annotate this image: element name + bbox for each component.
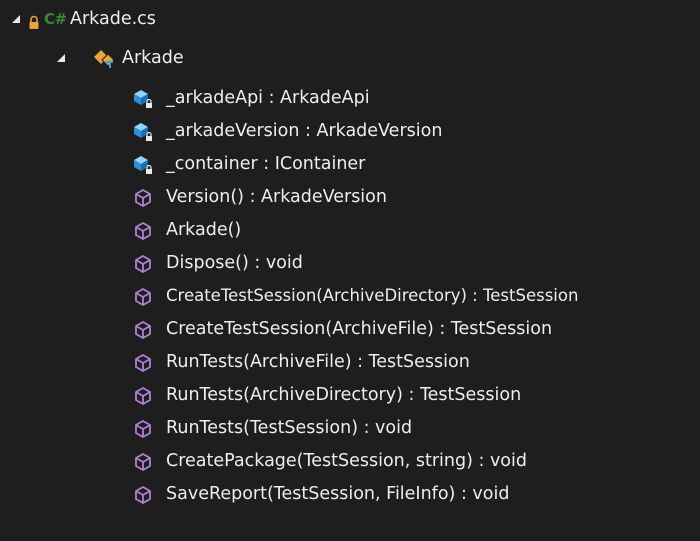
file-name: Arkade.cs (70, 9, 156, 29)
tree-node-member[interactable]: CreatePackage(TestSession, string) : voi… (0, 444, 700, 478)
tree-node-member[interactable]: Dispose() : void (0, 246, 700, 280)
class-name: Arkade (122, 48, 184, 68)
member-label: Arkade() (166, 220, 242, 240)
member-label: _arkadeApi : ArkadeApi (166, 88, 370, 108)
method-icon (132, 187, 154, 209)
method-icon (132, 451, 154, 473)
expand-arrow-icon[interactable] (10, 2, 22, 36)
solution-explorer-tree: C# Arkade.cs Arkade _arkadeApi: ArkadeA… (0, 0, 700, 541)
member-label: Version() : ArkadeVersion (166, 187, 387, 207)
member-label: RunTests(ArchiveDirectory) : TestSession (166, 385, 522, 405)
method-icon (132, 484, 154, 506)
method-icon (132, 385, 154, 407)
tree-node-member[interactable]: Version() : ArkadeVersion (0, 180, 700, 214)
private-field-icon (132, 88, 154, 110)
member-label: Dispose() : void (166, 253, 303, 273)
method-icon (132, 418, 154, 440)
tree-node-member[interactable]: RunTests(ArchiveDirectory) : TestSession (0, 378, 700, 412)
member-label: CreateTestSession(ArchiveDirectory) : Te… (166, 286, 579, 305)
member-label: RunTests(TestSession) : void (166, 418, 413, 438)
member-label: CreateTestSession(ArchiveFile) : TestSes… (166, 319, 553, 339)
tree-node-member[interactable]: CreateTestSession(ArchiveDirectory) : Te… (0, 279, 700, 313)
member-label: _container : IContainer (166, 154, 366, 174)
method-icon (132, 352, 154, 374)
tree-node-member[interactable]: _arkadeApi : ArkadeApi (0, 81, 700, 115)
private-field-icon (132, 154, 154, 176)
lock-icon (28, 9, 40, 29)
member-label: RunTests(ArchiveFile) : TestSession (166, 352, 470, 372)
class-icon (92, 48, 115, 70)
method-icon (132, 319, 154, 341)
member-label: _arkadeVersion : ArkadeVersion (166, 121, 443, 141)
tree-node-member[interactable]: RunTests(TestSession) : void (0, 411, 700, 445)
expand-arrow-icon[interactable] (55, 41, 67, 75)
method-icon (132, 253, 154, 275)
tree-node-file[interactable]: C# Arkade.cs (0, 2, 700, 36)
tree-node-member[interactable]: _arkadeVersion : ArkadeVersion (0, 114, 700, 148)
tree-node-class[interactable]: Arkade (0, 41, 700, 75)
method-icon (132, 220, 154, 242)
tree-node-member[interactable]: Arkade() (0, 213, 700, 247)
csharp-file-badge: C# (44, 10, 67, 28)
tree-node-member[interactable]: CreateTestSession(ArchiveFile) : TestSes… (0, 312, 700, 346)
tree-node-member[interactable]: RunTests(ArchiveFile) : TestSession (0, 345, 700, 379)
member-label: CreatePackage(TestSession, string) : voi… (166, 451, 527, 471)
tree-node-member[interactable]: _container : IContainer (0, 147, 700, 181)
tree-node-member[interactable]: SaveReport(TestSession, FileInfo) : void (0, 477, 700, 511)
private-field-icon (132, 121, 154, 143)
member-label: SaveReport(TestSession, FileInfo) : void (166, 484, 510, 504)
method-icon (132, 286, 154, 308)
